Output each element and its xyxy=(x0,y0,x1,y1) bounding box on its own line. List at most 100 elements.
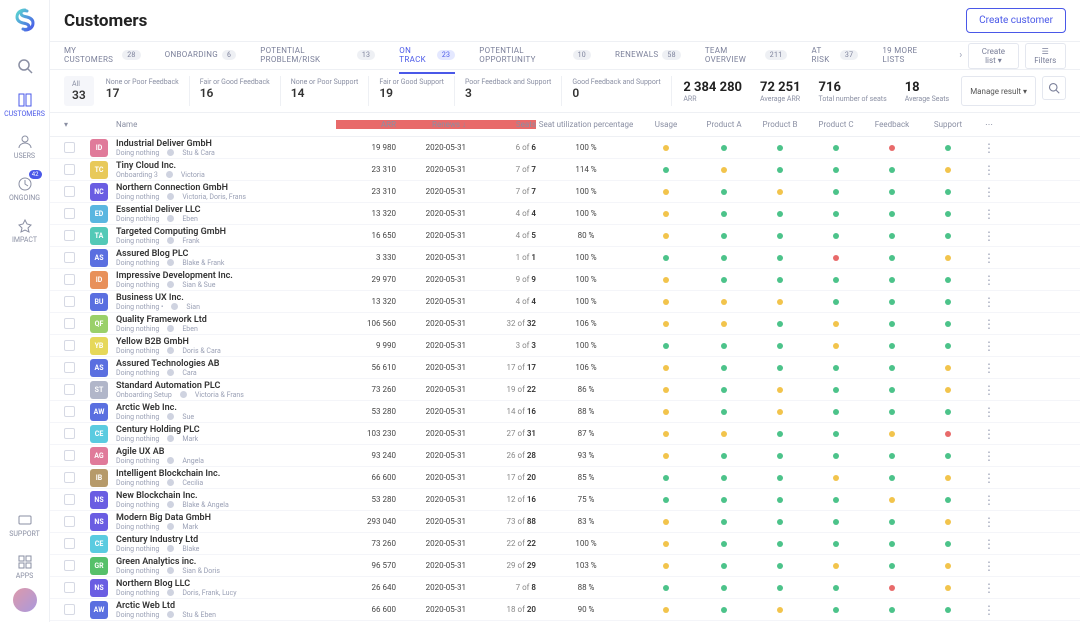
tab-my-customers[interactable]: MY CUSTOMERS28 xyxy=(64,38,141,74)
row-checkbox xyxy=(64,186,75,197)
row-actions[interactable]: ⋮ xyxy=(976,251,1002,265)
col-name[interactable]: Name xyxy=(116,120,336,129)
person-icon xyxy=(180,391,187,398)
col-usage[interactable]: Usage xyxy=(636,120,696,129)
row-actions[interactable]: ⋮ xyxy=(976,163,1002,177)
table-row[interactable]: ASAssured Technologies ABDoing nothingCa… xyxy=(50,357,1080,379)
person-icon xyxy=(167,325,174,332)
customer-status: Doing nothing xyxy=(116,237,159,245)
table-search-button[interactable] xyxy=(1042,76,1066,100)
segment-filter[interactable]: All33 xyxy=(64,76,94,106)
table-row[interactable]: STStandard Automation PLCOnboarding Setu… xyxy=(50,379,1080,401)
col-arr[interactable]: ARR xyxy=(336,120,396,129)
sidebar-item-impact[interactable]: IMPACT xyxy=(0,210,50,252)
table-row[interactable]: ASAssured Blog PLCDoing nothingBlake & F… xyxy=(50,247,1080,269)
row-actions[interactable]: ⋮ xyxy=(976,581,1002,595)
tab-on-track[interactable]: ON TRACK23 xyxy=(399,38,455,74)
row-actions[interactable]: ⋮ xyxy=(976,185,1002,199)
tab-onboarding[interactable]: ONBOARDING6 xyxy=(165,42,237,70)
table-row[interactable]: EDEssential Deliver LLCDoing nothingEben… xyxy=(50,203,1080,225)
table-row[interactable]: CECentury Industry LtdDoing nothingBlake… xyxy=(50,533,1080,555)
create-list-button[interactable]: Create list ▾ xyxy=(968,43,1018,69)
col-seats[interactable]: Seats xyxy=(466,120,536,129)
table-row[interactable]: AGAgile UX ABDoing nothingAngela93 24020… xyxy=(50,445,1080,467)
filters-button[interactable]: ☰ Filters xyxy=(1025,43,1066,69)
row-actions[interactable]: ⋮ xyxy=(976,493,1002,507)
table-row[interactable]: GRGreen Analytics inc.Doing nothingSian … xyxy=(50,555,1080,577)
tab-potential-problem-risk[interactable]: POTENTIAL PROBLEM/RISK13 xyxy=(260,38,375,74)
create-customer-button[interactable]: Create customer xyxy=(966,8,1066,33)
table-row[interactable]: NSNew Blockchain Inc.Doing nothingBlake … xyxy=(50,489,1080,511)
manage-result-button[interactable]: Manage result ▾ xyxy=(961,76,1036,106)
table-row[interactable]: IDImpressive Development Inc.Doing nothi… xyxy=(50,269,1080,291)
segment-filter[interactable]: Fair or Good Feedback16 xyxy=(200,76,281,106)
table-row[interactable]: AWArctic Web Inc.Doing nothingSue53 2802… xyxy=(50,401,1080,423)
col-seat-util[interactable]: Seat utilization percentage xyxy=(536,120,636,129)
table-row[interactable]: CECentury Holding PLCDoing nothingMark10… xyxy=(50,423,1080,445)
segment-filter[interactable]: Poor Feedback and Support3 xyxy=(465,76,562,106)
table-row[interactable]: YBYellow B2B GmbHDoing nothingDoris & Ca… xyxy=(50,335,1080,357)
tab-team-overview[interactable]: TEAM OVERVIEW211 xyxy=(705,38,788,74)
tab-at-risk[interactable]: AT RISK37 xyxy=(811,38,858,74)
segment-filter[interactable]: None or Poor Support14 xyxy=(291,76,370,106)
customer-owners: Doris, Frank, Lucy xyxy=(182,589,236,597)
customer-logo: AS xyxy=(90,359,108,377)
table-row[interactable]: IBIntelligent Blockchain Inc.Doing nothi… xyxy=(50,467,1080,489)
col-product-b[interactable]: Product B xyxy=(752,120,808,129)
segment-filter[interactable]: Good Feedback and Support0 xyxy=(572,76,671,106)
sidebar-item-ongoing[interactable]: ONGOING42 xyxy=(0,168,50,210)
cell-arr: 66 600 xyxy=(336,473,396,482)
row-actions[interactable]: ⋮ xyxy=(976,229,1002,243)
table-row[interactable]: IDIndustrial Deliver GmbHDoing nothingSt… xyxy=(50,137,1080,159)
row-actions[interactable]: ⋮ xyxy=(976,449,1002,463)
row-actions[interactable]: ⋮ xyxy=(976,515,1002,529)
row-actions[interactable]: ⋮ xyxy=(976,559,1002,573)
row-actions[interactable]: ⋮ xyxy=(976,383,1002,397)
table-row[interactable]: NCNorthern Connection GmbHDoing nothingV… xyxy=(50,181,1080,203)
row-actions[interactable]: ⋮ xyxy=(976,295,1002,309)
table-row[interactable]: QFQuality Framework LtdDoing nothingEben… xyxy=(50,313,1080,335)
row-actions[interactable]: ⋮ xyxy=(976,317,1002,331)
cell-seats: 32 of 32 xyxy=(466,319,536,328)
col-support[interactable]: Support xyxy=(920,120,976,129)
tab-renewals[interactable]: RENEWALS58 xyxy=(615,42,681,70)
sidebar-item-users[interactable]: USERS xyxy=(0,126,50,168)
col-feedback[interactable]: Feedback xyxy=(864,120,920,129)
col-more[interactable]: ⋯ xyxy=(976,120,1002,129)
row-actions[interactable]: ⋮ xyxy=(976,273,1002,287)
customer-owners: Sian & Sue xyxy=(182,281,215,289)
table-row[interactable]: NSNorthern Blog LLCDoing nothingDoris, F… xyxy=(50,577,1080,599)
row-checkbox xyxy=(64,384,75,395)
table-row[interactable]: BUBusiness UX Inc.Doing nothing •Sian13 … xyxy=(50,291,1080,313)
cell-seat-util: 114 % xyxy=(536,165,636,174)
tab-scroll-right[interactable]: › xyxy=(959,50,962,61)
segment-filter[interactable]: None or Poor Feedback17 xyxy=(106,76,190,106)
sidebar-item-support[interactable]: SUPPORT xyxy=(0,504,50,546)
more-lists[interactable]: 19 MORE LISTS xyxy=(882,38,935,74)
table-row[interactable]: TATargeted Computing GmbHDoing nothingFr… xyxy=(50,225,1080,247)
row-actions[interactable]: ⋮ xyxy=(976,427,1002,441)
row-actions[interactable]: ⋮ xyxy=(976,339,1002,353)
sidebar-item-customers[interactable]: CUSTOMERS xyxy=(0,84,50,126)
row-actions[interactable]: ⋮ xyxy=(976,537,1002,551)
row-actions[interactable]: ⋮ xyxy=(976,207,1002,221)
col-product-c[interactable]: Product C xyxy=(808,120,864,129)
col-product-a[interactable]: Product A xyxy=(696,120,752,129)
tab-potential-opportunity[interactable]: POTENTIAL OPPORTUNITY10 xyxy=(479,38,591,74)
col-renews[interactable]: Renews ↓ xyxy=(396,120,466,129)
user-avatar[interactable] xyxy=(13,588,37,612)
row-actions[interactable]: ⋮ xyxy=(976,471,1002,485)
row-actions[interactable]: ⋮ xyxy=(976,141,1002,155)
sidebar-item-apps[interactable]: APPS xyxy=(0,546,50,588)
row-actions[interactable]: ⋮ xyxy=(976,603,1002,617)
customer-logo: ID xyxy=(90,271,108,289)
col-expand[interactable]: ▾ xyxy=(64,120,90,129)
nav-icon xyxy=(17,176,33,192)
table-row[interactable]: NSModern Big Data GmbHDoing nothingMark2… xyxy=(50,511,1080,533)
row-actions[interactable]: ⋮ xyxy=(976,405,1002,419)
table-row[interactable]: TCTiny Cloud Inc.Onboarding 3Victoria23 … xyxy=(50,159,1080,181)
sidebar-search[interactable] xyxy=(0,50,50,84)
segment-filter[interactable]: Fair or Good Support19 xyxy=(379,76,455,106)
row-actions[interactable]: ⋮ xyxy=(976,361,1002,375)
table-row[interactable]: AWArctic Web LtdDoing nothingStu & Eben6… xyxy=(50,599,1080,621)
